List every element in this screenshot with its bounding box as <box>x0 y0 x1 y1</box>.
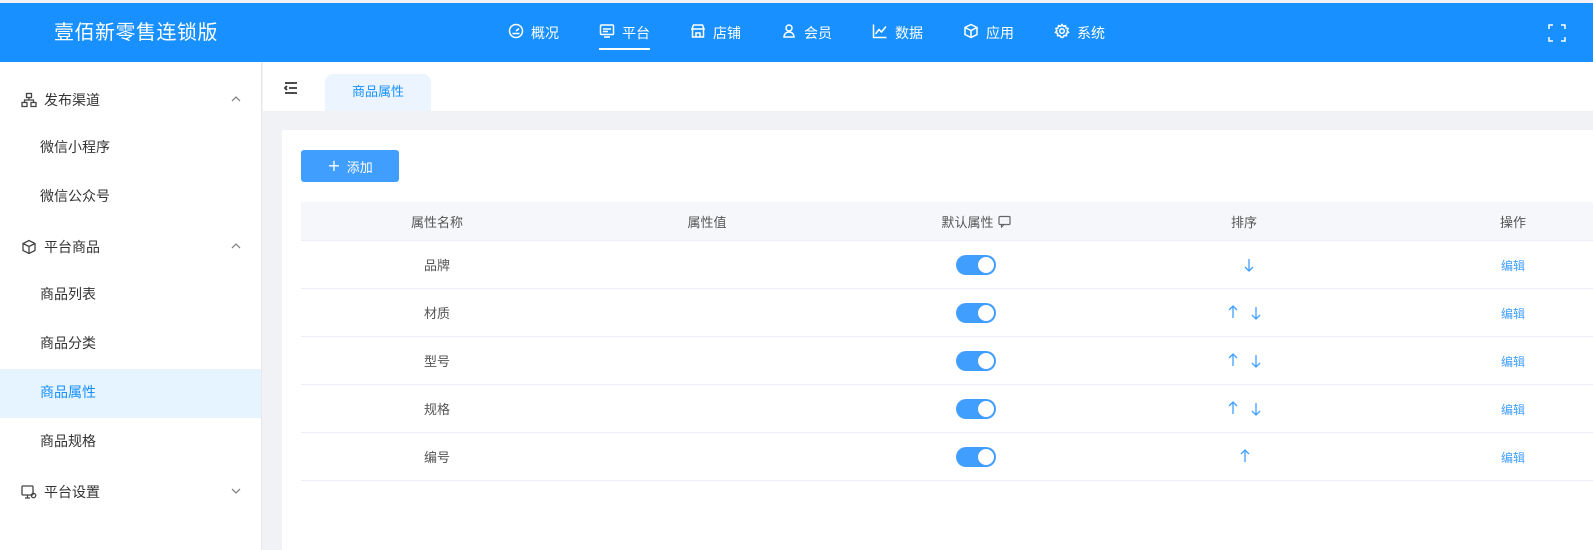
table-row: 编号 编辑 <box>301 433 1593 481</box>
nav-item-label: 应用 <box>986 25 1014 42</box>
nav-item-member[interactable]: 会员 <box>781 3 832 62</box>
arrow-down-icon[interactable] <box>1243 258 1255 272</box>
sidebar-group-platform-settings[interactable]: 平台设置 <box>0 467 261 516</box>
default-toggle-switch[interactable] <box>956 447 996 467</box>
nav-item-label: 店铺 <box>713 25 741 42</box>
menu-collapse-icon[interactable] <box>283 80 299 96</box>
nav-item-apps[interactable]: 应用 <box>963 3 1014 62</box>
tooltip-icon[interactable] <box>997 215 1011 228</box>
monitor-gear-icon <box>21 484 37 500</box>
sidebar-item-goods-spec[interactable]: 商品规格 <box>0 418 261 467</box>
tab-goods-attribute[interactable]: 商品属性 <box>325 74 431 111</box>
column-header-sort: 排序 <box>1230 215 1257 231</box>
arrow-down-icon[interactable] <box>1250 306 1262 320</box>
nav-item-system[interactable]: 系统 <box>1054 3 1105 62</box>
sidebar-item-goods-list[interactable]: 商品列表 <box>0 271 261 320</box>
attribute-table: 属性名称 属性值 默认属性 排序 操作 品牌 编辑 材质 编辑 型号 编辑 规格 <box>301 202 1593 481</box>
chevron-down-icon <box>230 485 242 497</box>
tab-bar <box>263 62 1593 111</box>
plus-icon: + <box>327 156 341 175</box>
edit-link[interactable]: 编辑 <box>1501 305 1525 322</box>
toggle-knob <box>978 305 994 321</box>
edit-link[interactable]: 编辑 <box>1501 401 1525 418</box>
gear-icon <box>1054 22 1077 43</box>
sidebar-group-platform-goods[interactable]: 平台商品 <box>0 222 261 271</box>
sidebar-item-wechat-miniprogram[interactable]: 微信小程序 <box>0 124 261 173</box>
arrow-down-icon[interactable] <box>1250 402 1262 416</box>
add-button[interactable]: + 添加 <box>301 150 399 182</box>
table-row: 品牌 编辑 <box>301 241 1593 289</box>
chevron-up-icon <box>230 240 242 252</box>
user-icon <box>781 23 804 43</box>
top-header: 壹佰新零售连锁版 概况 平台 店铺 会员 数据 应用 系统 <box>0 3 1593 62</box>
table-row: 材质 编辑 <box>301 289 1593 337</box>
arrow-up-icon[interactable] <box>1227 305 1239 319</box>
sidebar-group-label: 发布渠道 <box>44 92 100 109</box>
sidebar: 发布渠道 微信小程序 微信公众号 平台商品 商品列表 商品分类 商品属性 商品规… <box>0 62 262 550</box>
arrow-up-icon[interactable] <box>1239 449 1251 463</box>
column-header-name: 属性名称 <box>410 215 463 231</box>
cell-attribute-value <box>607 433 807 480</box>
default-toggle-switch[interactable] <box>956 255 996 275</box>
toggle-knob <box>978 401 994 417</box>
nav-item-overview[interactable]: 概况 <box>508 3 559 62</box>
box-icon <box>21 239 37 255</box>
brand-title: 壹佰新零售连锁版 <box>54 20 218 44</box>
cell-attribute-name: 材质 <box>423 307 450 322</box>
sitemap-icon <box>21 92 37 108</box>
dashboard-icon <box>508 23 531 43</box>
monitor-icon <box>599 23 622 43</box>
arrow-up-icon[interactable] <box>1227 353 1239 367</box>
cell-attribute-name: 规格 <box>423 403 450 418</box>
sidebar-item-wechat-official-account[interactable]: 微信公众号 <box>0 173 261 222</box>
chart-icon <box>872 23 895 43</box>
column-header-default-label: 默认属性 <box>941 215 994 231</box>
cell-attribute-value <box>607 385 807 432</box>
nav-item-label: 平台 <box>622 25 650 42</box>
add-button-label: 添加 <box>346 160 373 176</box>
cell-attribute-name: 编号 <box>423 451 450 466</box>
nav-item-data[interactable]: 数据 <box>872 3 923 62</box>
sidebar-group-publish-channels[interactable]: 发布渠道 <box>0 75 261 124</box>
nav-item-label: 会员 <box>804 25 832 42</box>
sidebar-group-label: 平台设置 <box>44 484 100 501</box>
cell-attribute-name: 型号 <box>423 355 450 370</box>
cube-icon <box>963 23 986 43</box>
nav-item-store[interactable]: 店铺 <box>690 3 741 62</box>
sidebar-group-label: 平台商品 <box>44 239 100 256</box>
toggle-knob <box>978 449 994 465</box>
toggle-knob <box>978 353 994 369</box>
cell-attribute-value <box>607 241 807 288</box>
column-header-default: 默认属性 <box>876 202 1076 240</box>
column-header-value: 属性值 <box>687 215 727 231</box>
fullscreen-icon[interactable] <box>1548 24 1566 42</box>
cell-attribute-name: 品牌 <box>423 259 450 274</box>
sidebar-item-goods-category[interactable]: 商品分类 <box>0 320 261 369</box>
default-toggle-switch[interactable] <box>956 351 996 371</box>
edit-link[interactable]: 编辑 <box>1501 257 1525 274</box>
default-toggle-switch[interactable] <box>956 399 996 419</box>
nav-item-platform[interactable]: 平台 <box>599 3 650 62</box>
nav-item-label: 概况 <box>531 25 559 42</box>
cell-attribute-value <box>607 289 807 336</box>
toggle-knob <box>978 257 994 273</box>
arrow-up-icon[interactable] <box>1227 401 1239 415</box>
nav-item-label: 系统 <box>1077 25 1105 42</box>
edit-link[interactable]: 编辑 <box>1501 353 1525 370</box>
sidebar-item-goods-attribute[interactable]: 商品属性 <box>0 369 261 418</box>
chevron-up-icon <box>230 93 242 105</box>
store-icon <box>690 23 713 43</box>
table-header: 属性名称 属性值 默认属性 排序 操作 <box>301 202 1593 241</box>
edit-link[interactable]: 编辑 <box>1501 449 1525 466</box>
nav-item-label: 数据 <box>895 25 923 42</box>
table-row: 型号 编辑 <box>301 337 1593 385</box>
top-nav: 概况 平台 店铺 会员 数据 应用 系统 <box>508 3 1145 62</box>
table-row: 规格 编辑 <box>301 385 1593 433</box>
default-toggle-switch[interactable] <box>956 303 996 323</box>
arrow-down-icon[interactable] <box>1250 354 1262 368</box>
column-header-op: 操作 <box>1499 215 1526 231</box>
cell-attribute-value <box>607 337 807 384</box>
